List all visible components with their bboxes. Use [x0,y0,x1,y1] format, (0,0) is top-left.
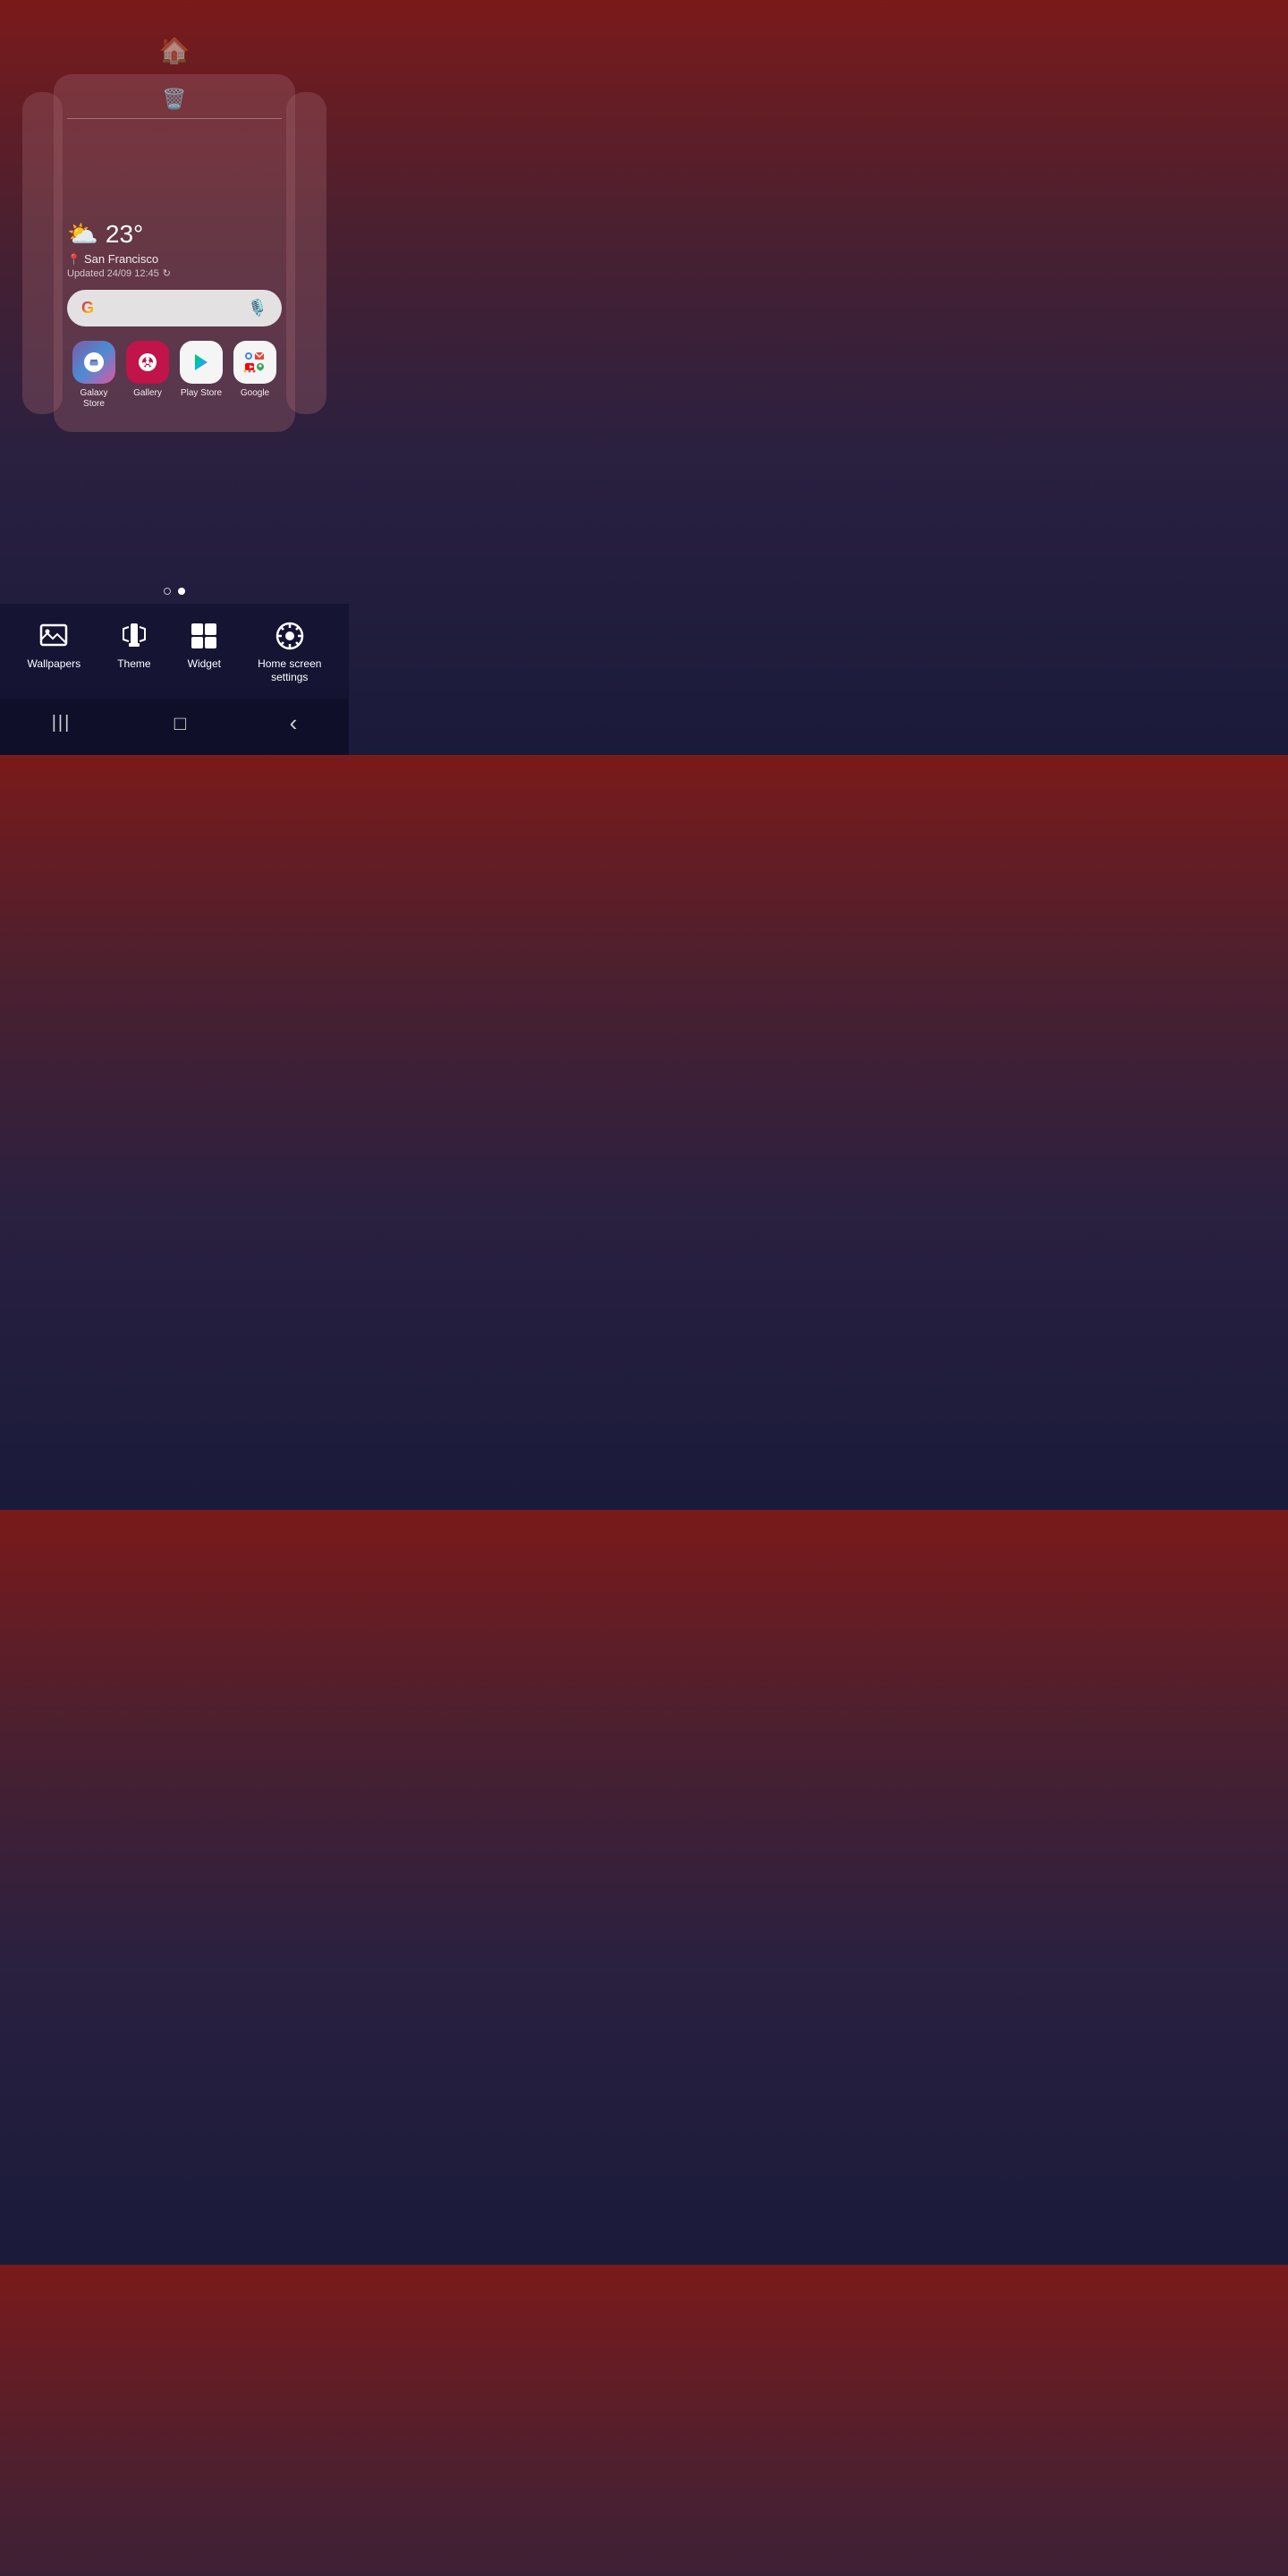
google-icon [233,341,276,384]
menu-item-theme[interactable]: Theme [117,622,150,672]
galaxy-store-label: GalaxyStore [80,388,107,410]
search-bar[interactable]: G 🎙️ [67,290,282,326]
temperature: 23° [106,220,143,249]
screen-card-center: 🗑️ ⛅ 23° 📍 San Francisco Updated 24/09 1… [54,74,295,432]
weather-icon: ⛅ [67,219,98,249]
theme-icon [120,622,148,650]
bottom-menu: Wallpapers Theme Widget [0,604,349,699]
play-store-icon [180,341,223,384]
delete-bar: 🗑️ [67,88,282,119]
weather-section: ⛅ 23° 📍 San Francisco Updated 24/09 12:4… [67,128,282,419]
menu-item-wallpapers[interactable]: Wallpapers [28,622,81,672]
gallery-label: Gallery [133,388,162,399]
updated-text: Updated 24/09 12:45 [67,268,159,279]
refresh-icon[interactable]: ↻ [163,267,171,279]
delete-icon[interactable]: 🗑️ [162,88,186,111]
recent-apps-button[interactable]: ||| [52,713,72,733]
app-item-gallery[interactable]: Gallery [126,341,169,410]
google-label: Google [241,388,269,399]
play-store-label: Play Store [181,388,222,399]
home-button[interactable]: □ [174,712,186,735]
app-item-galaxy-store[interactable]: GalaxyStore [72,341,115,410]
location-row: 📍 San Francisco [67,252,282,266]
updated-row: Updated 24/09 12:45 ↻ [67,267,282,279]
top-area: 🏠 [0,0,349,74]
divider [67,118,282,119]
app-item-google[interactable]: Google [233,341,276,410]
location-name: San Francisco [84,252,158,266]
screens-container: 🗑️ ⛅ 23° 📍 San Francisco Updated 24/09 1… [0,74,349,575]
apps-row: GalaxyStore Galler [67,341,282,410]
home-screen-settings-icon [275,622,304,650]
wallpapers-label: Wallpapers [28,657,81,672]
menu-item-widget[interactable]: Widget [188,622,221,672]
page-dots [0,575,349,604]
weather-row: ⛅ 23° [67,219,282,249]
app-item-play-store[interactable]: Play Store [180,341,223,410]
widget-label: Widget [188,657,221,672]
widget-icon [190,622,218,650]
google-logo: G [81,299,94,318]
menu-item-home-screen-settings[interactable]: Home screensettings [258,622,321,685]
dot-1[interactable] [164,588,171,595]
back-button[interactable]: ‹ [290,709,298,737]
mic-icon[interactable]: 🎙️ [248,299,267,318]
location-pin-icon: 📍 [67,253,80,266]
nav-bar: ||| □ ‹ [0,699,349,755]
dot-2[interactable] [178,588,185,595]
home-screen-settings-label: Home screensettings [258,657,321,685]
gallery-icon [126,341,169,384]
theme-label: Theme [117,657,150,672]
wallpapers-icon [39,622,68,650]
galaxy-store-icon [72,341,115,384]
home-icon: 🏠 [159,36,191,65]
